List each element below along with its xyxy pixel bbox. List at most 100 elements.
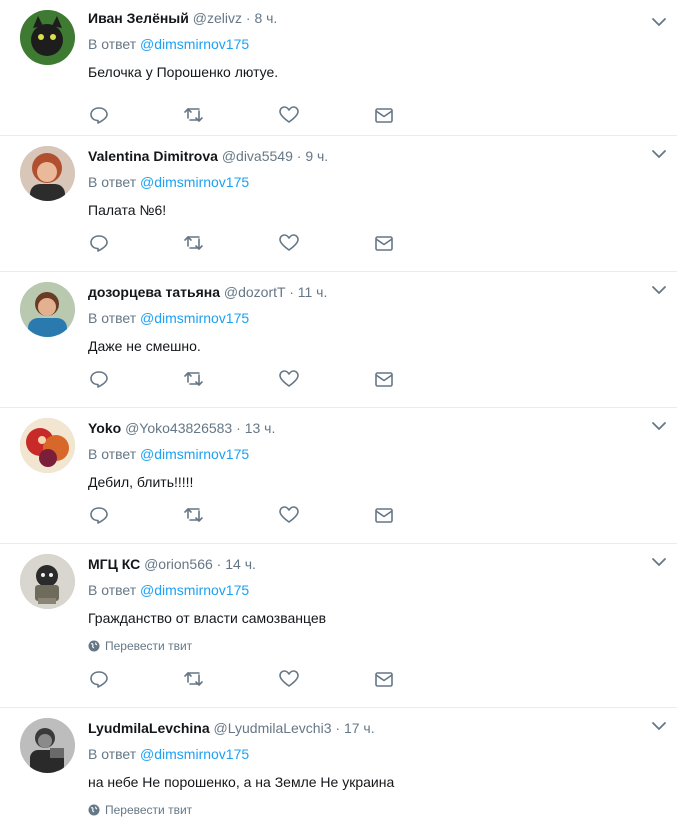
reply-button[interactable] xyxy=(88,504,183,526)
message-button[interactable] xyxy=(373,104,468,126)
fullname[interactable]: Иван Зелёный xyxy=(88,10,189,26)
tweet-text: Дебил, блить!!!!! xyxy=(88,474,194,490)
tweet-text: Даже не смешно. xyxy=(88,338,201,354)
tweet[interactable]: Yoko @Yoko43826583 · 13 ч. В ответ @dims… xyxy=(0,408,677,544)
username[interactable]: @zelivz xyxy=(193,10,242,26)
retweet-button[interactable] xyxy=(183,668,278,690)
reply-icon xyxy=(90,371,108,388)
username[interactable]: @dozortT xyxy=(224,284,285,300)
retweet-icon xyxy=(184,508,203,522)
tweet-text: на небе Не порошенко, а на Земле Не укра… xyxy=(88,774,395,790)
heart-icon xyxy=(279,506,299,523)
reply-context: В ответ @dimsmirnov175 xyxy=(88,444,661,464)
envelope-icon xyxy=(375,372,393,387)
tweet[interactable]: дозорцева татьяна @dozortT · 11 ч. В отв… xyxy=(0,272,677,408)
avatar[interactable] xyxy=(20,282,75,337)
reply-icon xyxy=(90,507,108,524)
reply-prefix: В ответ xyxy=(88,310,137,326)
translate-tweet-link[interactable]: Перевести твит xyxy=(88,638,661,654)
chevron-down-icon[interactable] xyxy=(649,280,669,300)
retweet-button[interactable] xyxy=(183,232,278,254)
reply-feed: Иван Зелёный @zelivz · 8 ч. В ответ @dim… xyxy=(0,8,677,829)
tweet-header: дозорцева татьяна @dozortT · 11 ч. xyxy=(88,282,661,302)
retweet-button[interactable] xyxy=(183,104,278,126)
reply-context: В ответ @dimsmirnov175 xyxy=(88,172,661,192)
chevron-down-icon[interactable] xyxy=(649,12,669,32)
fullname[interactable]: дозорцева татьяна xyxy=(88,284,220,300)
chevron-down-icon[interactable] xyxy=(649,552,669,572)
timestamp[interactable]: 11 ч. xyxy=(298,284,328,300)
reply-prefix: В ответ xyxy=(88,446,137,462)
username[interactable]: @Yoko43826583 xyxy=(125,420,232,436)
tweet[interactable]: МГЦ КС @orion566 · 14 ч. В ответ @dimsmi… xyxy=(0,544,677,708)
avatar[interactable] xyxy=(20,554,75,609)
username[interactable]: @LyudmilaLevchi3 xyxy=(214,720,332,736)
reply-mention-link[interactable]: @dimsmirnov175 xyxy=(140,446,249,462)
timestamp[interactable]: 17 ч. xyxy=(344,720,375,736)
reply-icon xyxy=(90,107,108,124)
reply-context: В ответ @dimsmirnov175 xyxy=(88,580,661,600)
avatar[interactable] xyxy=(20,146,75,201)
reply-mention-link[interactable]: @dimsmirnov175 xyxy=(140,174,249,190)
chevron-down-icon[interactable] xyxy=(649,716,669,736)
timestamp[interactable]: 9 ч. xyxy=(305,148,328,164)
fullname[interactable]: МГЦ КС xyxy=(88,556,140,572)
reply-context: В ответ @dimsmirnov175 xyxy=(88,34,661,54)
tweet-text: Белочка у Порошенко лютуе. xyxy=(88,64,279,80)
message-button[interactable] xyxy=(373,668,468,690)
envelope-icon xyxy=(375,508,393,523)
fullname[interactable]: LyudmilaLevchina xyxy=(88,720,210,736)
translate-tweet-link[interactable]: Перевести твит xyxy=(88,802,661,818)
timestamp[interactable]: 13 ч. xyxy=(245,420,276,436)
tweet-actions xyxy=(88,504,468,526)
tweet-header: Иван Зелёный @zelivz · 8 ч. xyxy=(88,8,661,28)
avatar[interactable] xyxy=(20,718,75,773)
reply-mention-link[interactable]: @dimsmirnov175 xyxy=(140,746,249,762)
reply-button[interactable] xyxy=(88,104,183,126)
like-button[interactable] xyxy=(278,368,373,390)
username[interactable]: @diva5549 xyxy=(222,148,293,164)
globe-icon xyxy=(88,804,100,816)
timestamp[interactable]: 14 ч. xyxy=(225,556,256,572)
reply-context: В ответ @dimsmirnov175 xyxy=(88,308,661,328)
avatar[interactable] xyxy=(20,418,75,473)
tweet[interactable]: Иван Зелёный @zelivz · 8 ч. В ответ @dim… xyxy=(0,8,677,136)
like-button[interactable] xyxy=(278,504,373,526)
retweet-icon xyxy=(184,108,203,122)
tweet-actions xyxy=(88,668,468,690)
like-button[interactable] xyxy=(278,668,373,690)
reply-mention-link[interactable]: @dimsmirnov175 xyxy=(140,582,249,598)
tweet[interactable]: LyudmilaLevchina @LyudmilaLevchi3 · 17 ч… xyxy=(0,708,677,829)
reply-button[interactable] xyxy=(88,668,183,690)
like-button[interactable] xyxy=(278,232,373,254)
retweet-button[interactable] xyxy=(183,368,278,390)
fullname[interactable]: Valentina Dimitrova xyxy=(88,148,218,164)
tweet-text: Гражданство от власти самозванцев xyxy=(88,610,327,626)
reply-button[interactable] xyxy=(88,368,183,390)
message-button[interactable] xyxy=(373,368,468,390)
fullname[interactable]: Yoko xyxy=(88,420,121,436)
tweet-actions xyxy=(88,232,468,254)
reply-prefix: В ответ xyxy=(88,36,137,52)
separator-dot: · xyxy=(216,556,222,572)
username[interactable]: @orion566 xyxy=(144,556,213,572)
reply-mention-link[interactable]: @dimsmirnov175 xyxy=(140,310,249,326)
tweet-text: Палата №6! xyxy=(88,202,167,218)
translate-label: Перевести твит xyxy=(105,639,193,653)
timestamp[interactable]: 8 ч. xyxy=(254,10,277,26)
like-button[interactable] xyxy=(278,104,373,126)
avatar[interactable] xyxy=(20,10,75,65)
tweet-header: Valentina Dimitrova @diva5549 · 9 ч. xyxy=(88,146,661,166)
reply-prefix: В ответ xyxy=(88,174,137,190)
tweet-actions xyxy=(88,104,468,126)
message-button[interactable] xyxy=(373,504,468,526)
chevron-down-icon[interactable] xyxy=(649,144,669,164)
reply-button[interactable] xyxy=(88,232,183,254)
retweet-icon xyxy=(184,672,203,686)
tweet[interactable]: Valentina Dimitrova @diva5549 · 9 ч. В о… xyxy=(0,136,677,272)
reply-mention-link[interactable]: @dimsmirnov175 xyxy=(140,36,249,52)
retweet-button[interactable] xyxy=(183,504,278,526)
envelope-icon xyxy=(375,108,393,123)
chevron-down-icon[interactable] xyxy=(649,416,669,436)
message-button[interactable] xyxy=(373,232,468,254)
